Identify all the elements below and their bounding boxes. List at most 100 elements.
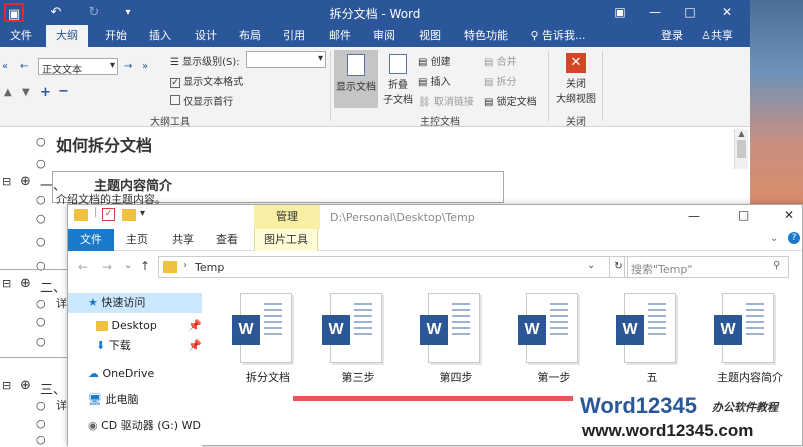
tab-mailings[interactable]: 邮件 <box>320 25 360 47</box>
forward-icon[interactable]: → <box>102 260 112 274</box>
tell-me-box[interactable]: ⚲ 告诉我... <box>528 25 588 47</box>
undo-icon[interactable]: ↶ <box>46 3 66 22</box>
demote-body-icon[interactable]: » <box>142 61 148 72</box>
show-format-checkbox[interactable]: ✓ 显示文本格式 <box>170 73 243 88</box>
tab-special[interactable]: 特色功能 <box>458 25 514 47</box>
pin-icon[interactable]: 📌 <box>188 316 202 336</box>
minimize-icon[interactable]: — <box>640 2 670 22</box>
explorer-path-title: D:\Personal\Desktop\Temp <box>330 211 475 224</box>
close-outline-button[interactable]: ✕ 关闭 大纲视图 <box>554 53 598 105</box>
breadcrumb[interactable]: Temp <box>195 261 224 274</box>
tab-insert[interactable]: 插入 <box>140 25 180 47</box>
expand-heading-icon[interactable]: ⊕ <box>20 276 31 291</box>
search-input[interactable]: 搜索"Temp" ⚲ <box>624 256 789 278</box>
collapse-icon[interactable]: − <box>58 84 69 99</box>
insert-button[interactable]: ▤ 插入 <box>418 73 451 88</box>
quick-access-dropdown-icon[interactable]: ▾ <box>140 208 145 219</box>
new-folder-icon[interactable] <box>122 209 136 221</box>
unlink-button[interactable]: ⛓ 取消链接 <box>418 93 474 108</box>
sidebar-item-onedrive[interactable]: ☁ OneDrive <box>68 364 202 384</box>
up-icon[interactable]: ↑ <box>140 259 150 273</box>
file-item[interactable]: W 第一步 <box>504 293 594 389</box>
tab-file[interactable]: 文件 <box>4 25 38 47</box>
properties-icon[interactable]: ✓ <box>102 208 115 221</box>
tab-layout[interactable]: 布局 <box>230 25 270 47</box>
tab-file[interactable]: 文件 <box>68 229 114 251</box>
help-icon[interactable]: ? <box>788 232 800 244</box>
tab-view[interactable]: 查看 <box>210 229 244 251</box>
expand-heading-icon[interactable]: ⊕ <box>20 174 31 189</box>
address-bar[interactable]: › Temp ⌄ <box>158 256 610 278</box>
sidebar-item-desktop[interactable]: Desktop 📌 <box>68 316 202 336</box>
file-name: 第一步 <box>537 371 571 384</box>
close-icon[interactable]: ✕ <box>784 208 794 222</box>
document-icon <box>347 54 365 76</box>
sidebar-item-downloads[interactable]: ⬇ 下载 📌 <box>68 336 202 356</box>
sidebar-label: Desktop <box>111 319 157 332</box>
pin-icon[interactable]: 📌 <box>188 336 202 356</box>
merge-button[interactable]: ▤ 合并 <box>484 53 517 68</box>
create-button[interactable]: ▤ 创建 <box>418 53 451 68</box>
tab-share[interactable]: 共享 <box>166 229 200 251</box>
move-up-icon[interactable]: ▲ <box>4 87 12 98</box>
file-item[interactable]: W 第四步 <box>406 293 496 389</box>
scrollbar-thumb[interactable] <box>737 140 746 158</box>
recent-locations-icon[interactable]: ⌄ <box>124 260 132 271</box>
redo-icon[interactable]: ↻ <box>84 3 104 22</box>
chevron-down-icon: ▾ <box>109 60 115 71</box>
file-item[interactable]: W五 <box>602 293 692 389</box>
file-item[interactable]: W 第三步 <box>308 293 398 389</box>
scroll-up-icon[interactable]: ▲ <box>735 129 748 138</box>
customize-quick-access-icon[interactable]: ▾ <box>118 3 138 22</box>
group-close: 关闭 <box>566 117 586 128</box>
vertical-scrollbar[interactable]: ▲ <box>734 129 748 169</box>
star-icon: ★ <box>88 296 102 309</box>
tab-view[interactable]: 视图 <box>410 25 450 47</box>
section-divider <box>0 357 67 358</box>
ribbon-expand-icon[interactable]: ⌄ <box>770 233 778 244</box>
sidebar-item-cd-drive[interactable]: ◉ CD 驱动器 (G:) WD <box>68 416 202 436</box>
highlight-underline <box>293 396 573 401</box>
sidebar-item-this-pc[interactable]: 🖥 此电脑 <box>68 390 202 410</box>
close-icon[interactable]: ✕ <box>712 2 742 22</box>
demote-icon[interactable]: → <box>124 61 132 72</box>
lock-document-button[interactable]: ▤ 锁定文档 <box>484 93 537 108</box>
show-document-button[interactable]: 显示文档 <box>334 50 378 108</box>
tab-outline[interactable]: 大纲 <box>46 25 88 47</box>
login-link[interactable]: 登录 <box>656 25 688 47</box>
share-button[interactable]: ♙共享 <box>694 25 740 47</box>
tab-home[interactable]: 开始 <box>96 25 136 47</box>
tab-picture-tools[interactable]: 图片工具 <box>254 229 318 251</box>
sidebar-item-quick-access[interactable]: ★ 快速访问 <box>68 293 202 313</box>
split-icon: ▤ <box>484 77 497 88</box>
maximize-icon[interactable]: □ <box>675 2 705 22</box>
split-button[interactable]: ▤ 拆分 <box>484 73 517 88</box>
save-icon[interactable]: ▣ <box>4 3 24 22</box>
tab-design[interactable]: 设计 <box>186 25 226 47</box>
ribbon-options-icon[interactable]: ▣ <box>605 2 635 22</box>
expand-heading-icon[interactable]: ⊕ <box>20 378 31 393</box>
promote-heading-icon[interactable]: « <box>2 61 8 72</box>
outline-section-icon: ⊟ <box>2 379 12 392</box>
collapse-subdoc-button[interactable]: 折叠 子文档 <box>380 50 416 110</box>
tab-home[interactable]: 主页 <box>120 229 154 251</box>
promote-icon[interactable]: ← <box>20 61 28 72</box>
maximize-icon[interactable]: □ <box>738 208 749 222</box>
first-line-checkbox[interactable]: 仅显示首行 <box>170 93 233 108</box>
tab-review[interactable]: 审阅 <box>364 25 404 47</box>
doc-lines <box>648 303 666 339</box>
word-doc-icon: W <box>232 315 260 345</box>
word-doc-icon: W <box>714 315 742 345</box>
bullet-icon: ○ <box>36 135 46 148</box>
expand-icon[interactable]: + <box>40 85 51 100</box>
move-down-icon[interactable]: ▼ <box>22 87 30 98</box>
tab-references[interactable]: 引用 <box>274 25 314 47</box>
back-icon[interactable]: ← <box>78 260 88 274</box>
outline-level-select[interactable]: 正文文本 ▾ <box>38 58 118 76</box>
chevron-down-icon[interactable]: ⌄ <box>587 260 595 271</box>
manage-tab[interactable]: 管理 <box>254 205 320 229</box>
file-item[interactable]: W 主题内容简介 <box>700 293 790 389</box>
file-item[interactable]: W 拆分文档 <box>218 293 308 389</box>
minimize-icon[interactable]: — <box>688 209 700 223</box>
show-level-select[interactable]: ▾ <box>246 51 326 68</box>
